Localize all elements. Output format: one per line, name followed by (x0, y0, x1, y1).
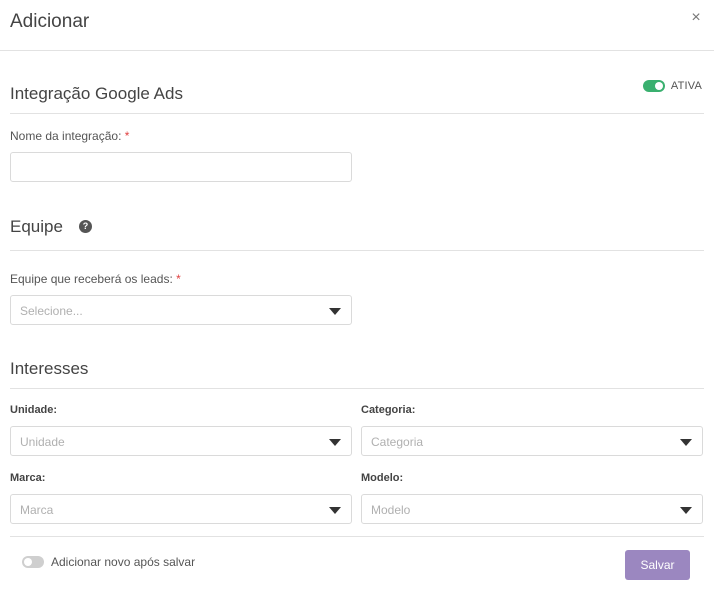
modelo-select[interactable]: Modelo (361, 494, 703, 524)
add-new-toggle-group[interactable]: Adicionar novo após salvar (22, 555, 195, 569)
categoria-label: Categoria: (361, 404, 416, 416)
team-select[interactable]: Selecione... (10, 295, 352, 325)
team-field-label-text: Equipe que receberá os leads: (10, 272, 173, 286)
modal-title: Adicionar (10, 11, 90, 32)
required-mark: * (124, 129, 130, 143)
integration-name-label: Nome da integração: * (10, 129, 129, 143)
team-select-placeholder: Selecione... (20, 304, 83, 318)
marca-select[interactable]: Marca (10, 494, 352, 524)
modal-header: Adicionar × (0, 0, 714, 51)
integration-name-label-text: Nome da integração: (10, 129, 122, 143)
chevron-down-icon (329, 308, 341, 315)
integration-name-input[interactable] (10, 152, 352, 182)
modelo-select-placeholder: Modelo (371, 503, 411, 517)
add-new-label: Adicionar novo após salvar (51, 555, 196, 569)
team-field-label: Equipe que receberá os leads: * (10, 272, 181, 286)
categoria-select-placeholder: Categoria (371, 435, 424, 449)
marca-label: Marca: (10, 472, 46, 484)
help-icon[interactable]: ? (79, 220, 92, 233)
categoria-select[interactable]: Categoria (361, 426, 703, 456)
chevron-down-icon (329, 439, 341, 446)
footer-divider (10, 536, 704, 537)
unidade-select-placeholder: Unidade (20, 435, 65, 449)
chevron-down-icon (680, 439, 692, 446)
save-button[interactable]: Salvar (625, 550, 690, 580)
divider (10, 113, 704, 114)
close-icon[interactable]: × (688, 9, 704, 27)
chevron-down-icon (680, 507, 692, 514)
marca-select-placeholder: Marca (20, 503, 54, 517)
divider (10, 250, 704, 251)
add-new-toggle[interactable] (22, 556, 44, 568)
interests-section-title: Interesses (10, 359, 89, 378)
divider (10, 388, 704, 389)
required-mark: * (176, 272, 181, 286)
status-toggle[interactable] (642, 80, 665, 92)
status-label: ATIVA (670, 80, 702, 92)
integration-section-title: Integração Google Ads (10, 84, 183, 103)
unidade-select[interactable]: Unidade (10, 426, 352, 456)
unidade-label: Unidade: (10, 404, 58, 416)
chevron-down-icon (329, 507, 341, 514)
status-toggle-group[interactable]: ATIVA (642, 80, 702, 92)
team-section-title: Equipe (10, 217, 63, 236)
modelo-label: Modelo: (361, 472, 404, 484)
